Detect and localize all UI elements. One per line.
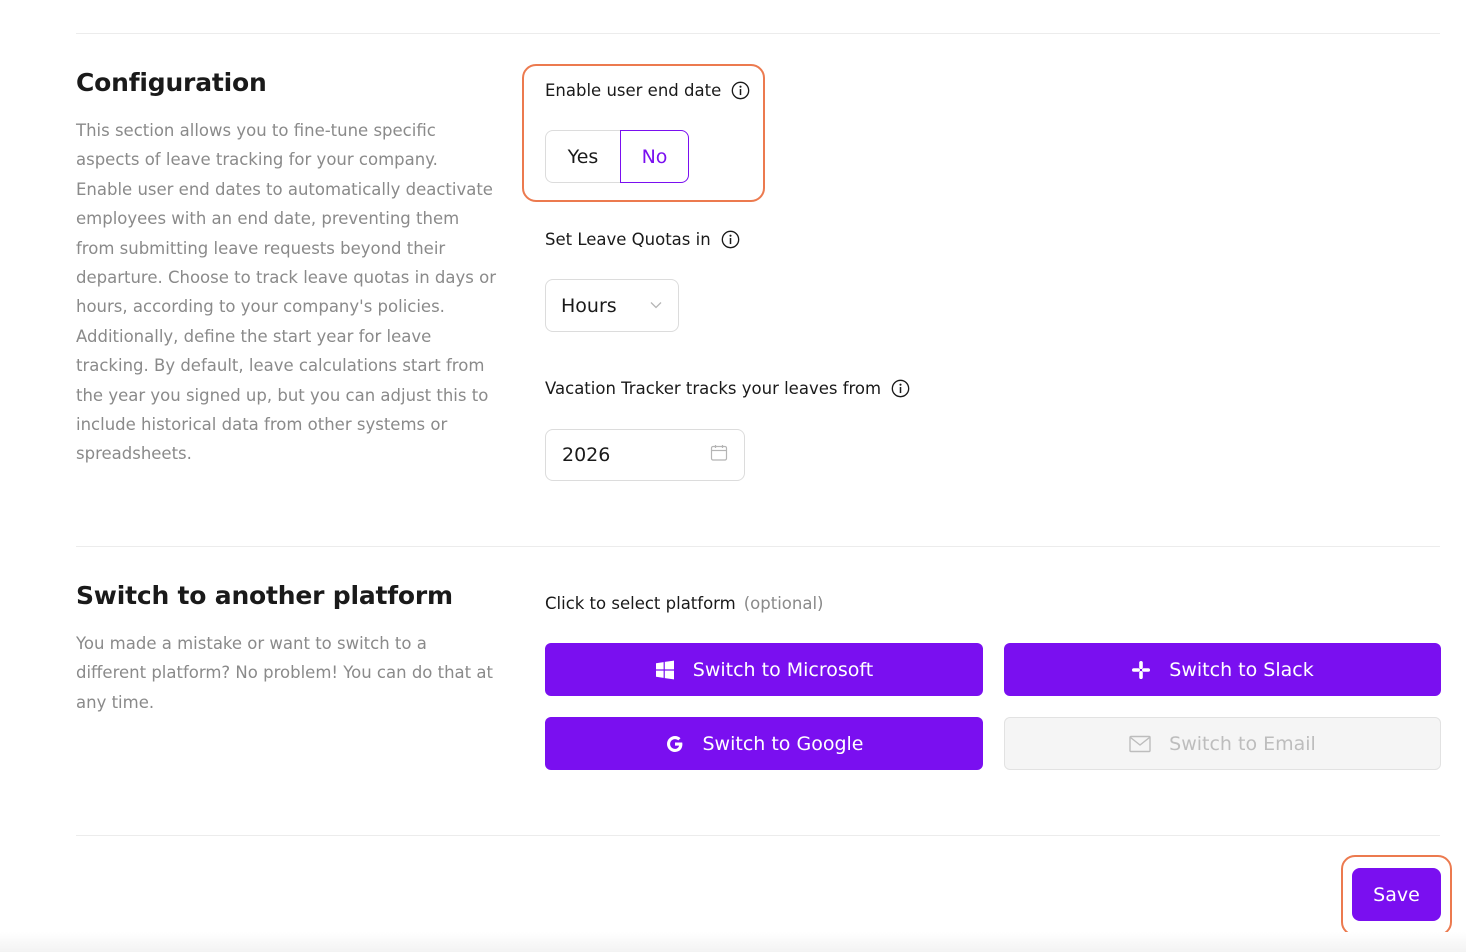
end-date-label-text: Enable user end date <box>545 81 722 100</box>
switch-to-google-button[interactable]: Switch to Google <box>545 717 983 770</box>
calendar-icon <box>710 444 728 467</box>
switch-to-microsoft-label: Switch to Microsoft <box>692 658 874 681</box>
google-icon <box>665 734 685 754</box>
mail-icon <box>1129 735 1151 753</box>
end-date-label: Enable user end date <box>545 81 750 100</box>
platform-description: You made a mistake or want to switch to … <box>76 634 493 712</box>
switch-to-slack-label: Switch to Slack <box>1169 658 1314 681</box>
top-divider <box>76 33 1440 34</box>
info-icon[interactable] <box>731 81 750 100</box>
switch-to-google-label: Switch to Google <box>702 732 864 755</box>
optional-label: (optional) <box>743 594 824 613</box>
platform-select-label-text: Click to select platform <box>545 594 736 613</box>
tracking-start-label: Vacation Tracker tracks your leaves from <box>545 379 910 398</box>
year-picker-value: 2026 <box>562 444 611 466</box>
info-icon[interactable] <box>721 230 740 249</box>
info-icon[interactable] <box>891 379 910 398</box>
section-divider <box>76 546 1440 547</box>
tracking-start-label-text: Vacation Tracker tracks your leaves from <box>545 379 882 398</box>
configuration-title: Configuration <box>76 68 267 97</box>
year-picker[interactable]: 2026 <box>545 429 745 481</box>
slack-icon <box>1131 660 1151 680</box>
switch-to-email-label: Switch to Email <box>1169 732 1316 755</box>
bottom-shade <box>0 932 1466 952</box>
configuration-description: This section allows you to fine-tune spe… <box>76 121 497 464</box>
platform-title: Switch to another platform <box>76 581 453 610</box>
end-date-yes-option[interactable]: Yes <box>545 130 620 183</box>
end-date-toggle: Yes No <box>545 130 689 183</box>
quotas-select[interactable]: Hours <box>545 279 679 332</box>
switch-to-microsoft-button[interactable]: Switch to Microsoft <box>545 643 983 696</box>
quotas-select-value: Hours <box>561 294 617 317</box>
windows-icon <box>655 660 675 680</box>
switch-to-email-button[interactable]: Switch to Email <box>1004 717 1441 770</box>
chevron-down-icon <box>649 295 663 317</box>
platform-select-label: Click to select platform (optional) <box>545 594 824 613</box>
end-date-no-option[interactable]: No <box>620 130 689 183</box>
switch-to-slack-button[interactable]: Switch to Slack <box>1004 643 1441 696</box>
bottom-divider <box>76 835 1440 836</box>
quotas-label-text: Set Leave Quotas in <box>545 230 711 249</box>
quotas-label: Set Leave Quotas in <box>545 230 740 249</box>
save-button[interactable]: Save <box>1352 868 1441 921</box>
